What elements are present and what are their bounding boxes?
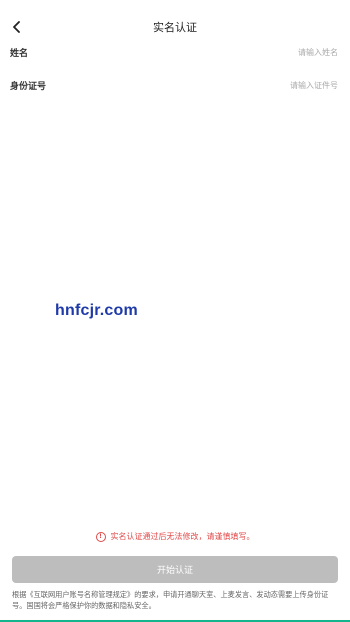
- start-verification-button[interactable]: 开始认证: [12, 556, 338, 583]
- exclamation-circle-icon: !: [95, 531, 106, 542]
- name-input[interactable]: [158, 47, 338, 57]
- warning-text: 实名认证通过后无法修改，请谨慎填写。: [110, 532, 255, 541]
- id-number-label: 身份证号: [10, 81, 47, 92]
- watermark-text: hnfcjr.com: [55, 302, 138, 319]
- id-number-row: 身份证号: [10, 75, 338, 95]
- page-title: 实名认证: [153, 21, 197, 34]
- name-label: 姓名: [10, 48, 29, 59]
- warning-message: ! 实名认证通过后无法修改，请谨慎填写。: [0, 531, 350, 542]
- id-number-input[interactable]: [158, 80, 338, 90]
- name-row: 姓名: [10, 42, 338, 62]
- notice-text: 根据《互联网用户账号名称管理规定》的要求，申请开通聊天室、上麦发言、发动态需要上…: [12, 590, 329, 610]
